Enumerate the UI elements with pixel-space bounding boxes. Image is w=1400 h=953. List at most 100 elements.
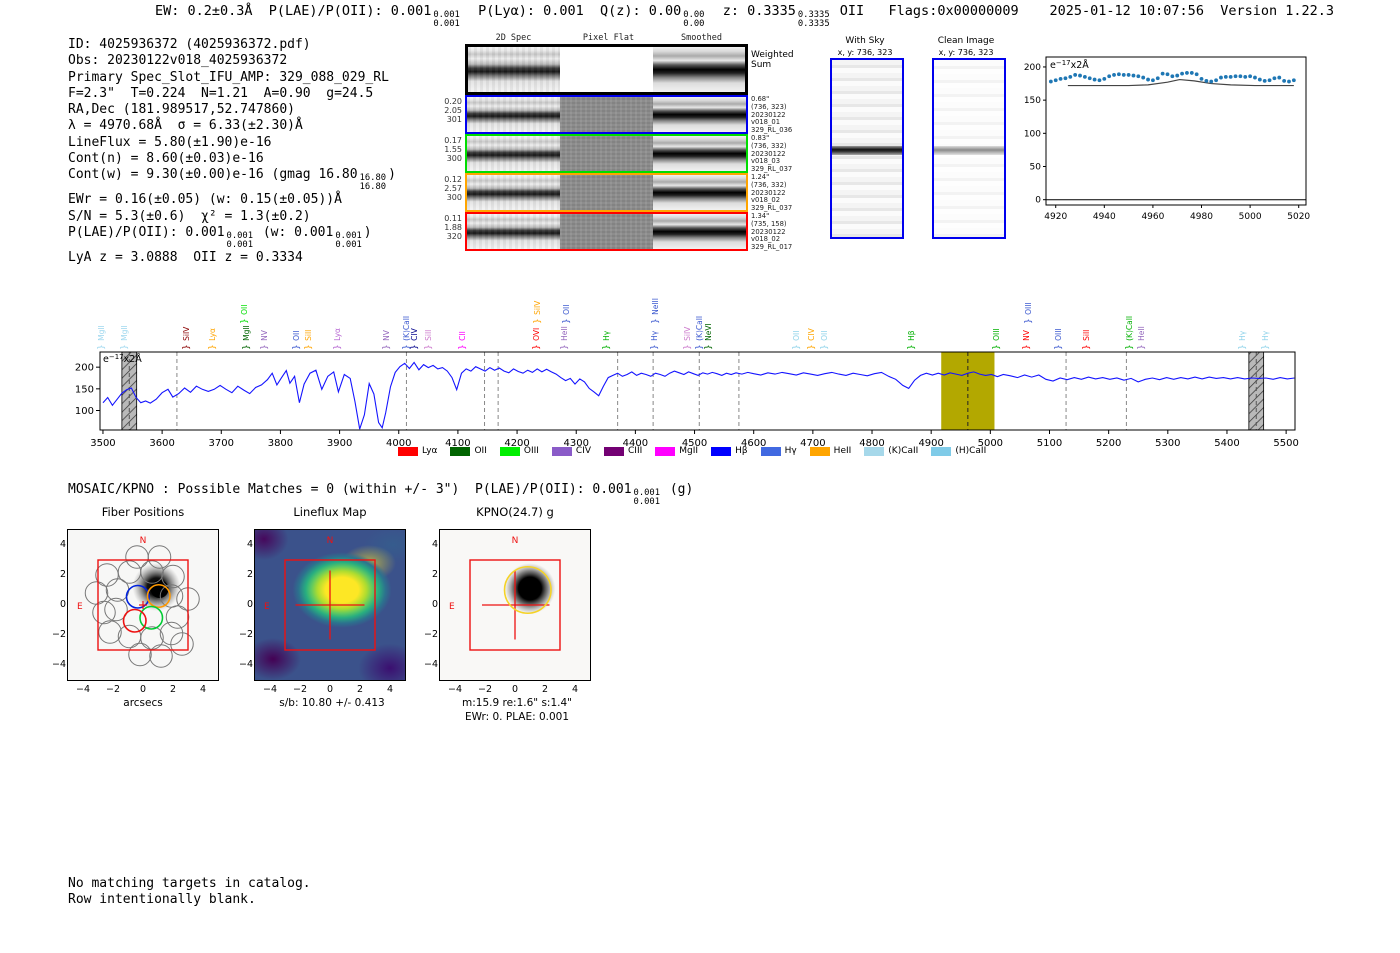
row-left-stats: 0.17 1.55 300 (438, 136, 462, 163)
info-line: ID: 4025936372 (4025936372.pdf) (68, 37, 396, 53)
with-sky-trace-band (832, 146, 902, 155)
smoothed-image (653, 214, 746, 249)
axis-tick-label: 4 (431, 539, 438, 550)
text-run: Obs: 20230122v018_4025936372 (68, 53, 288, 69)
svg-text:N: N (140, 536, 147, 546)
full-spectrum-plot: 3500 3600 3700 3800 3900 4000 4100 4200 4300 4400… (0, 262, 1340, 472)
svg-text:3800: 3800 (268, 438, 293, 449)
text-run: EW: 0.2±0.3Å P(LAE)/P(OII): 0.001 (155, 3, 432, 19)
spectrum-svg: 3500 3600 3700 3800 3900 4000 4100 4200 4300 4400… (75, 351, 1299, 449)
axis-tick-label: −2 (105, 684, 120, 695)
stat-value: 301 (446, 115, 462, 124)
legend-item: Lyα (398, 446, 437, 456)
kpno-caption-1: m:15.9 re:1.6" s:1.4" (462, 697, 572, 709)
axis-tick-label: 2 (169, 684, 177, 695)
stacked-fraction: 0.00 0.00 (683, 10, 705, 29)
row-right-meta: 0.83" (736, 332) 20230122 v018_03 329_RL_037 (751, 134, 811, 174)
axis-tick-label: −2 (51, 629, 66, 640)
with-sky-image (830, 58, 904, 239)
2d-spec-image (467, 214, 560, 249)
kpno-panel: KPNO(24.7) g N E −4 −4 −2 −2 0 0 2 2 4 4 m:15.9 re:… (424, 505, 607, 735)
stacked-fraction: 0.001 0.001 (633, 488, 661, 507)
legend-swatch (450, 446, 471, 456)
info-line: Obs: 20230122v018_4025936372 (68, 53, 396, 69)
axis-tick-label: −4 (447, 684, 462, 695)
svg-text:200: 200 (1024, 63, 1041, 73)
axis-tick-label: 0 (246, 599, 253, 610)
axis-tick-label: −4 (238, 659, 253, 670)
axis-tick-label: 2 (431, 569, 438, 580)
svg-text:3900: 3900 (327, 438, 352, 449)
info-line: S/N = 5.3(±0.6) χ² = 1.3(±0.2) (68, 209, 396, 225)
legend-label: MgII (679, 446, 699, 456)
legend-swatch (398, 446, 418, 456)
legend-item: CIII (604, 446, 642, 456)
weighted-2d-spec-image (468, 47, 561, 92)
legend-swatch (760, 446, 781, 456)
text-run: P(LAE)/P(OII): 0.001 (68, 224, 225, 240)
info-line: F=2.3" T=0.224 N=1.21 A=0.90 g=24.5 (68, 86, 396, 102)
stat-value: 0.11 (444, 214, 462, 223)
legend-label: Hγ (784, 446, 797, 456)
legend-item: Hγ (760, 446, 797, 456)
weighted-smoothed-image (652, 47, 745, 92)
legend-swatch (931, 446, 952, 456)
legend-item: (H)CaII (931, 446, 986, 456)
smoothed-image (653, 136, 746, 171)
text-run: LineFlux = 5.80(±1.90)e-16 (68, 134, 272, 150)
col-header-2d-spec: 2D Spec (495, 33, 532, 43)
legend-item: HeII (809, 446, 851, 456)
text-run: Primary Spec_Slot_IFU_AMP: 329_088_029_R… (68, 69, 389, 85)
fiber-xlabel: arcsecs (123, 697, 163, 709)
stacked-fraction: 0.001 0.001 (226, 230, 254, 250)
fiber-2d-rows (465, 95, 748, 251)
pixel-flat-image (560, 97, 653, 132)
legend-label: CIII (628, 446, 643, 456)
fiber-positions-plot: N E −4 −4 −2 −2 0 0 2 2 4 4 (52, 505, 235, 720)
stat-value: 320 (446, 232, 462, 241)
footer-line-1: No matching targets in catalog. (68, 876, 311, 891)
axis-tick-label: 2 (356, 684, 364, 695)
svg-text:N: N (327, 536, 334, 546)
legend-swatch (551, 446, 572, 456)
svg-text:3700: 3700 (209, 438, 234, 449)
svg-text:100: 100 (75, 406, 94, 417)
legend-swatch (655, 446, 676, 456)
legend-item: (K)CaII (864, 446, 918, 456)
text-run: Cont(w) = 9.30(±0.00)e-16 (gmag 16.80 (68, 167, 358, 183)
legend-item: MgII (655, 446, 698, 456)
stat-value: 2.57 (444, 184, 462, 193)
footer-line-2: Row intentionally blank. (68, 891, 256, 907)
summary-header-line: EW: 0.2±0.3Å P(LAE)/P(OII): 0.001 0.001 0.… (155, 3, 1019, 29)
row-right-meta: 0.68" (736, 323) 20230122 v018_01 329_RL_036 (751, 95, 811, 135)
lineflux-overlay-svg: NE (254, 529, 406, 681)
axis-tick-label: −4 (262, 684, 277, 695)
legend-label: (H)CaII (955, 446, 987, 456)
row-left-stats: 0.12 2.57 300 (438, 175, 462, 202)
fiber-2d-row (465, 212, 748, 251)
stat-value: 0.12 (444, 175, 462, 184)
svg-text:5100: 5100 (1037, 438, 1062, 449)
smoothed-image (653, 97, 746, 132)
pixel-flat-image (560, 136, 653, 171)
weighted-sum-row (465, 44, 748, 95)
svg-text:4980: 4980 (1190, 212, 1213, 222)
clean-image (932, 58, 1006, 239)
meta-value: 329_RL_017 (751, 243, 793, 252)
axis-tick-label: 2 (246, 569, 253, 580)
legend-item: CIV (551, 446, 591, 456)
axis-tick-label: 4 (386, 684, 394, 695)
axis-tick-label: 4 (59, 539, 66, 550)
text-run: P(Lyα): 0.001 Q(z): 0.00 (461, 3, 682, 19)
svg-text:5000: 5000 (1239, 212, 1262, 222)
row-left-stats: 0.20 2.05 301 (438, 97, 462, 124)
cutout-plot-svg: 0501001502004920 4940 4960 4980 5000 5020e−17… (1024, 56, 1310, 222)
footer-notes: No matching targets in catalog. Row inte… (68, 876, 311, 907)
svg-text:E: E (264, 602, 270, 612)
legend-item: Hβ (711, 446, 748, 456)
info-line: LineFlux = 5.80(±1.90)e-16 (68, 135, 396, 151)
svg-text:4940: 4940 (1093, 212, 1116, 222)
weighted-pixel-flat-image (560, 47, 653, 92)
row-left-stats: 0.11 1.88 320 (438, 214, 462, 241)
info-line: λ = 4970.68Å σ = 6.33(±2.30)Å (68, 118, 396, 134)
